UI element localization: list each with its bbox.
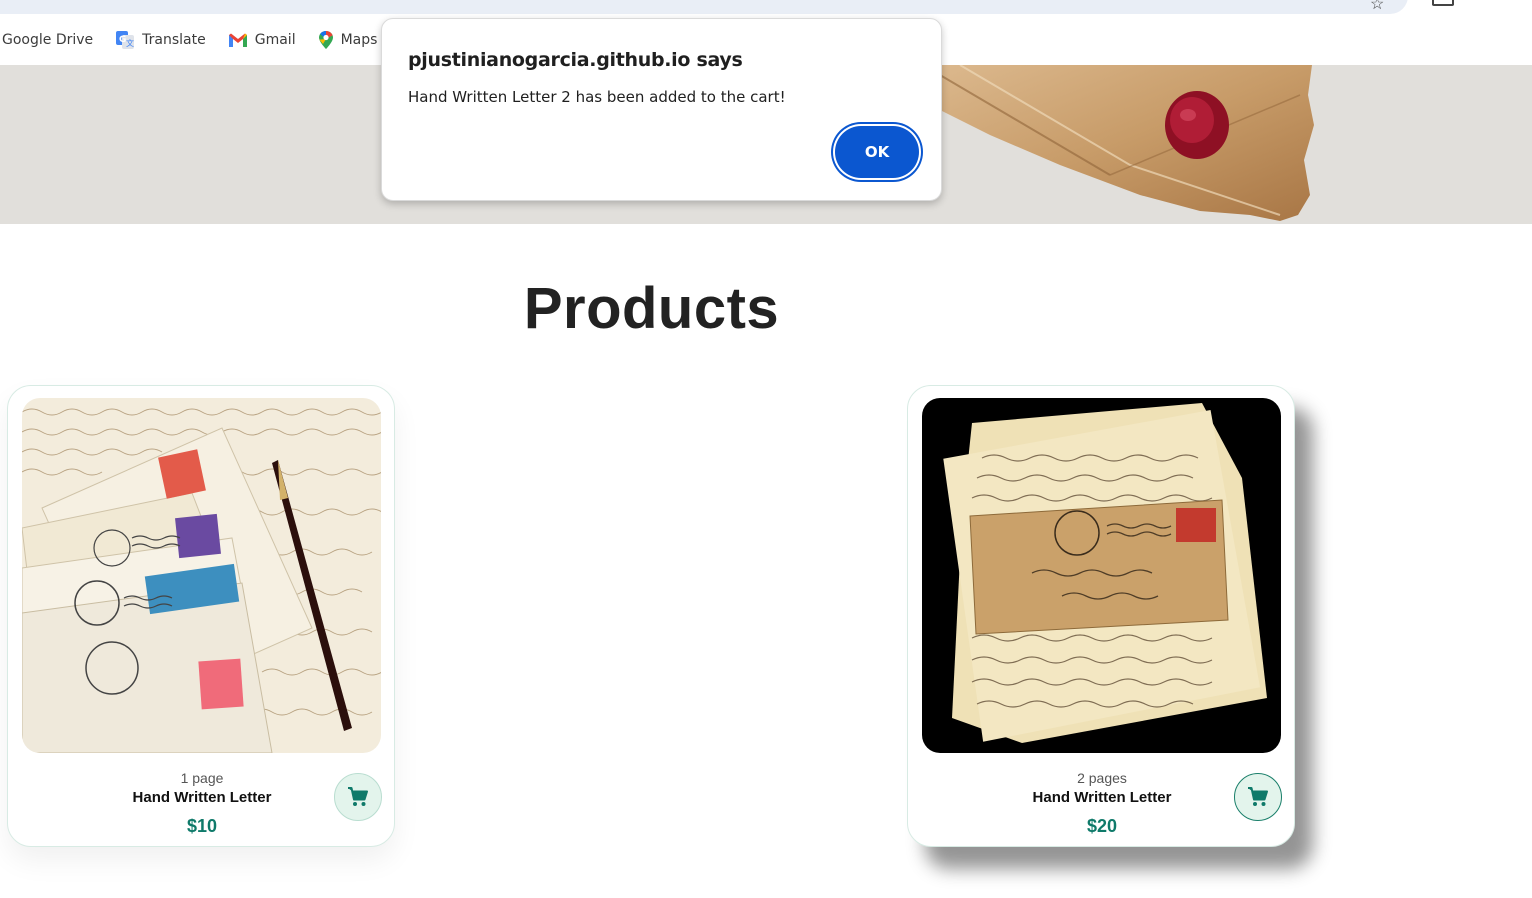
stamped-envelopes-image <box>22 398 381 753</box>
old-letters-image <box>922 398 1281 753</box>
maps-icon <box>318 31 333 49</box>
shopping-cart-icon <box>1248 787 1268 806</box>
bookmark-label: Maps <box>340 32 378 48</box>
bookmark-label: Gmail <box>254 32 296 48</box>
product-card: 1 page Hand Written Letter $10 <box>7 385 395 847</box>
address-bar[interactable] <box>0 0 1408 14</box>
add-to-cart-button[interactable] <box>1234 773 1282 821</box>
page-title: Products <box>523 276 780 341</box>
bookmark-star-icon[interactable]: ☆ <box>1370 0 1384 14</box>
bookmark-translate[interactable]: G 文 Translate <box>115 30 206 50</box>
translate-icon: G 文 <box>116 31 135 49</box>
tab-search-icon[interactable] <box>1432 0 1454 6</box>
dialog-message: Hand Written Letter 2 has been added to … <box>408 88 786 106</box>
bookmarks-bar: Google Drive G 文 Translate Gmail Maps <box>0 26 399 54</box>
dialog-title: pjustinianogarcia.github.io says <box>408 49 743 71</box>
product-price: $20 <box>1086 816 1118 836</box>
ok-button[interactable]: OK <box>835 126 919 178</box>
browser-top-bar: ☆ <box>0 0 1532 16</box>
product-image <box>922 398 1281 753</box>
svg-text:文: 文 <box>126 38 134 48</box>
shopping-cart-icon <box>348 787 368 806</box>
bookmark-label: Google Drive <box>2 32 94 48</box>
gmail-icon <box>228 33 247 47</box>
bookmark-gmail[interactable]: Gmail <box>228 32 296 48</box>
product-card: 2 pages Hand Written Letter $20 <box>907 385 1295 847</box>
product-image <box>22 398 381 753</box>
bookmark-maps[interactable]: Maps <box>318 30 378 50</box>
product-price: $10 <box>186 816 218 836</box>
wax-sealed-envelope-image <box>930 65 1314 221</box>
alert-dialog: pjustinianogarcia.github.io says Hand Wr… <box>381 18 942 201</box>
bookmark-google-drive[interactable]: Google Drive <box>2 32 93 48</box>
add-to-cart-button[interactable] <box>334 773 382 821</box>
bookmark-label: Translate <box>142 32 206 48</box>
